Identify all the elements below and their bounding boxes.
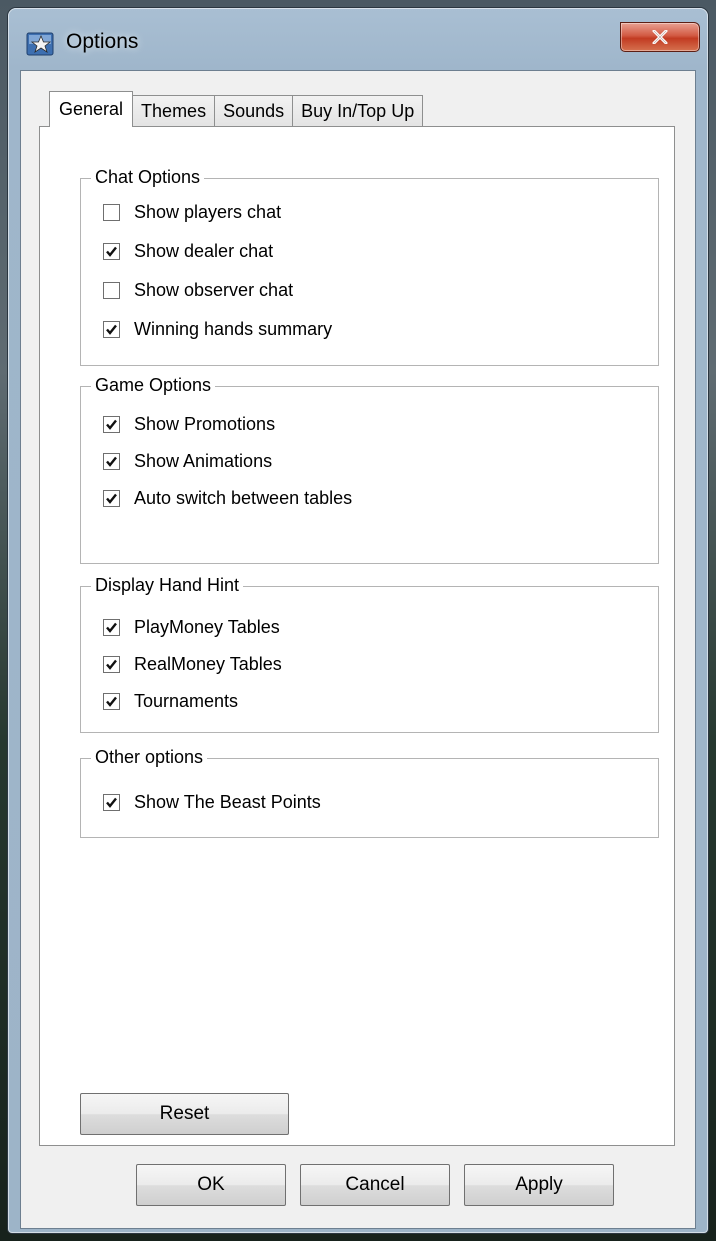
- apply-button[interactable]: Apply: [464, 1164, 614, 1206]
- checkbox-box[interactable]: [103, 489, 120, 507]
- general-tab-panel: Chat Options Show players chat Show deal…: [39, 126, 675, 1146]
- show-observer-chat-checkbox[interactable]: Show observer chat: [103, 277, 293, 303]
- close-icon: [652, 30, 668, 44]
- tab-label: General: [59, 99, 124, 119]
- close-button[interactable]: [620, 22, 700, 52]
- game-options-group: Game Options Show Promotions Show Animat…: [80, 375, 659, 564]
- checkbox-box[interactable]: [103, 203, 120, 221]
- show-dealer-chat-checkbox[interactable]: Show dealer chat: [103, 238, 273, 264]
- checkbox-box[interactable]: [103, 415, 120, 433]
- group-legend: Game Options: [91, 375, 216, 396]
- cancel-button[interactable]: Cancel: [300, 1164, 450, 1206]
- checkbox-label: Show observer chat: [134, 279, 294, 300]
- dialog-client-area: General Themes Sounds Buy In/Top Up Chat…: [20, 70, 696, 1229]
- checkbox-label: Winning hands summary: [134, 318, 333, 339]
- checkbox-box[interactable]: [103, 242, 120, 260]
- playmoney-tables-checkbox[interactable]: PlayMoney Tables: [103, 614, 280, 640]
- checkbox-label: Auto switch between tables: [134, 487, 353, 508]
- checkmark-icon: [106, 324, 117, 335]
- checkmark-icon: [106, 493, 117, 504]
- show-animations-checkbox[interactable]: Show Animations: [103, 448, 272, 474]
- checkbox-box[interactable]: [103, 655, 120, 673]
- chat-options-group: Chat Options Show players chat Show deal…: [80, 167, 659, 366]
- group-legend: Chat Options: [91, 167, 205, 188]
- checkbox-label: RealMoney Tables: [134, 653, 282, 674]
- reset-button[interactable]: Reset: [80, 1093, 289, 1135]
- tab-general[interactable]: General: [49, 91, 134, 127]
- window-title: Options: [66, 30, 139, 53]
- checkbox-label: Tournaments: [134, 690, 239, 711]
- group-legend: Other options: [91, 747, 208, 768]
- checkbox-box[interactable]: [103, 618, 120, 636]
- show-players-chat-checkbox[interactable]: Show players chat: [103, 199, 281, 225]
- checkbox-box[interactable]: [103, 452, 120, 470]
- group-legend: Display Hand Hint: [91, 575, 244, 596]
- ok-button[interactable]: OK: [136, 1164, 286, 1206]
- checkbox-box[interactable]: [103, 692, 120, 710]
- tab-sounds[interactable]: Sounds: [214, 95, 294, 127]
- tab-label: Themes: [141, 101, 207, 121]
- checkmark-icon: [106, 246, 117, 257]
- checkbox-label: Show The Beast Points: [134, 791, 321, 812]
- tab-label: Sounds: [223, 101, 285, 121]
- winning-hands-summary-checkbox[interactable]: Winning hands summary: [103, 316, 332, 342]
- checkbox-box[interactable]: [103, 320, 120, 338]
- show-beast-points-checkbox[interactable]: Show The Beast Points: [103, 789, 321, 815]
- checkbox-label: PlayMoney Tables: [134, 616, 280, 637]
- checkbox-label: Show players chat: [134, 201, 282, 222]
- star-app-icon: [26, 32, 54, 56]
- show-promotions-checkbox[interactable]: Show Promotions: [103, 411, 275, 437]
- checkbox-box[interactable]: [103, 281, 120, 299]
- realmoney-tables-checkbox[interactable]: RealMoney Tables: [103, 651, 282, 677]
- checkmark-icon: [106, 696, 117, 707]
- auto-switch-tables-checkbox[interactable]: Auto switch between tables: [103, 485, 352, 511]
- checkmark-icon: [106, 797, 117, 808]
- tab-strip: General Themes Sounds Buy In/Top Up: [49, 91, 424, 127]
- options-dialog: Options General Themes Sounds Buy In/Top…: [8, 8, 708, 1233]
- other-options-group: Other options Show The Beast Points: [80, 747, 659, 838]
- tab-buy-in-top-up[interactable]: Buy In/Top Up: [292, 95, 424, 127]
- tab-label: Buy In/Top Up: [301, 101, 415, 121]
- display-hand-hint-group: Display Hand Hint PlayMoney Tables RealM…: [80, 575, 659, 733]
- checkbox-label: Show dealer chat: [134, 240, 274, 261]
- tournaments-checkbox[interactable]: Tournaments: [103, 688, 238, 714]
- checkbox-label: Show Promotions: [134, 413, 276, 434]
- checkmark-icon: [106, 659, 117, 670]
- checkbox-box[interactable]: [103, 793, 120, 811]
- checkmark-icon: [106, 456, 117, 467]
- checkmark-icon: [106, 622, 117, 633]
- checkmark-icon: [106, 419, 117, 430]
- tab-themes[interactable]: Themes: [132, 95, 216, 127]
- checkbox-label: Show Animations: [134, 450, 273, 471]
